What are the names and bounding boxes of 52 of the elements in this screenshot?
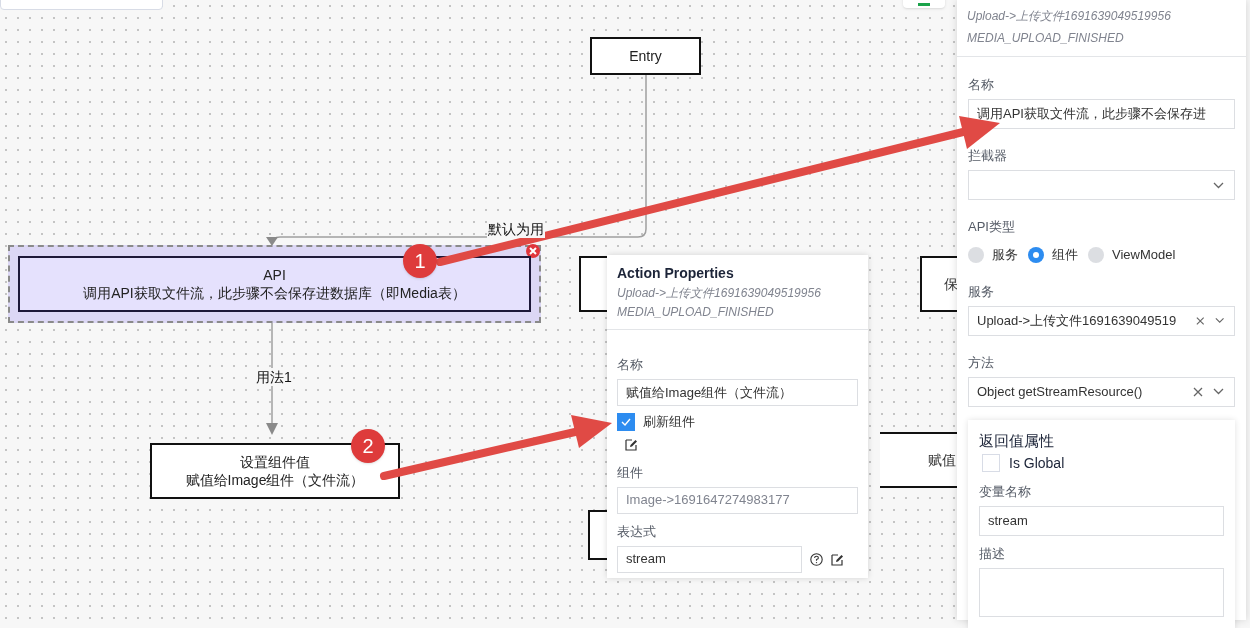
bar-icon — [918, 3, 930, 6]
panel-title: Action Properties — [617, 264, 735, 282]
field-label: 方法 — [968, 354, 995, 371]
field-label: 表达式 — [617, 523, 657, 540]
node-text: 赋值给Image组件（文件流） — [185, 471, 365, 489]
field-label: 名称 — [968, 77, 995, 93]
edge-label: 用法1 — [255, 368, 293, 386]
node-text: 赋值 — [928, 450, 956, 470]
field-label: API类型 — [968, 219, 1016, 235]
checkbox[interactable] — [617, 412, 635, 431]
caret-icon[interactable] — [1213, 388, 1224, 395]
panel-subtitle: MEDIA_UPLOAD_FINISHED — [967, 31, 1125, 46]
caret-icon[interactable] — [1214, 317, 1224, 324]
step-badge: 2 — [351, 429, 385, 463]
field-label: 描述 — [979, 545, 1006, 562]
expression-field[interactable]: stream — [617, 545, 802, 573]
field-label: 组件 — [617, 464, 644, 481]
node-text: 设置组件值 — [240, 453, 310, 471]
field-label: 变量名称 — [979, 483, 1032, 500]
select-field[interactable]: Object getStreamResource() — [968, 376, 1235, 407]
flow-node[interactable]: 保 — [920, 256, 957, 312]
checkmark-icon — [621, 417, 631, 426]
help-icon[interactable] — [810, 552, 823, 566]
radio-option[interactable]: ViewModel — [1088, 245, 1176, 265]
text-field[interactable]: stream — [979, 505, 1224, 536]
node-text: Entry — [629, 47, 662, 65]
radio-option[interactable]: 服务 — [968, 245, 1018, 265]
flow-node[interactable]: Entry — [590, 37, 701, 75]
edit-icon[interactable] — [625, 437, 638, 451]
node-text: 保 — [944, 274, 958, 294]
edge-label: 默认为用 — [487, 220, 545, 238]
panel-subtitle: MEDIA_UPLOAD_FINISHED — [617, 305, 775, 320]
clear-icon[interactable] — [1196, 315, 1205, 326]
checkbox-label: Is Global — [1009, 453, 1065, 473]
flow-node[interactable]: 赋值 — [880, 432, 957, 488]
node-text: 调用API获取文件流，此步骤不会保存进数据库（即Media表） — [83, 284, 466, 302]
panel-subtitle: Upload->上传文件1691639049519956 — [967, 9, 1172, 24]
field-label: 服务 — [968, 283, 995, 300]
text-field[interactable]: 调用API获取文件流，此步骤不会保存进 — [968, 99, 1235, 129]
field-label: 拦截器 — [968, 148, 1008, 164]
node-text: API — [263, 266, 286, 284]
caret-icon[interactable] — [1213, 181, 1224, 189]
clear-icon[interactable] — [1193, 386, 1203, 397]
select-field[interactable]: Upload->上传文件1691639049519 — [968, 305, 1235, 336]
text-field[interactable]: 赋值给Image组件（文件流） — [617, 379, 858, 406]
checkbox-label: 刷新组件 — [643, 413, 695, 431]
section-title: 返回值属性 — [979, 431, 1055, 450]
select-field[interactable] — [968, 170, 1235, 200]
field-label: 名称 — [617, 357, 644, 373]
panel-subtitle: Upload->上传文件1691639049519956 — [617, 286, 822, 301]
edit-icon[interactable] — [831, 552, 844, 566]
radio-option[interactable]: 组件 — [1028, 245, 1078, 265]
